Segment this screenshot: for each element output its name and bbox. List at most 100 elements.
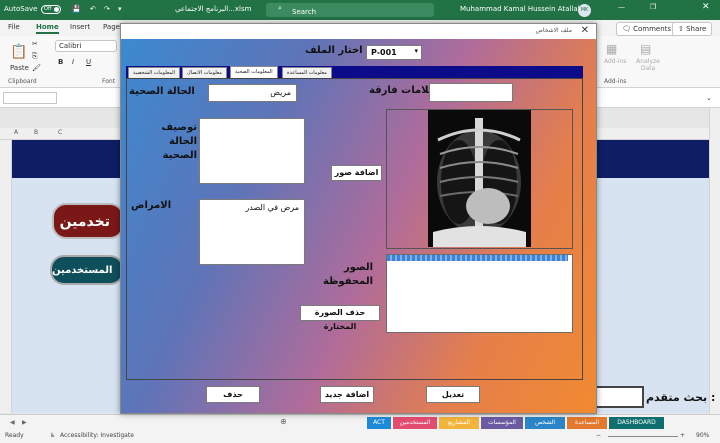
- delete-selected-photo-button[interactable]: حذف الصورة المختارة: [300, 305, 380, 331]
- name-box[interactable]: [3, 92, 57, 104]
- clipboard-group-label: Clipboard: [8, 78, 37, 85]
- dialog-close-icon[interactable]: ✕: [581, 25, 589, 36]
- sheet-tab-act[interactable]: ACT: [367, 417, 391, 429]
- font-group-label: Font: [102, 78, 116, 85]
- health-status-field[interactable]: مريض: [208, 84, 297, 102]
- share-icon: ⇧: [678, 25, 687, 33]
- zoom-out-icon[interactable]: −: [596, 432, 601, 439]
- underline-icon[interactable]: U: [86, 58, 91, 66]
- dialog-titlebar: ملف الاشخاص ✕: [121, 24, 596, 39]
- paste-icon[interactable]: 📋: [10, 44, 27, 60]
- search-input[interactable]: ⌕ Search: [266, 3, 434, 17]
- comments-label: Comments: [633, 25, 672, 33]
- redo-icon[interactable]: ↷: [104, 5, 110, 13]
- accessibility-icon: ♿: [50, 432, 56, 439]
- distinguishing-marks-label: علامات فارقة: [369, 85, 436, 96]
- health-description-label: توصيف الحالة الصحية: [161, 122, 197, 161]
- diseases-field[interactable]: مرض في الصدر: [199, 199, 305, 265]
- comments-button[interactable]: 🗨 Comments: [616, 22, 678, 36]
- status-bar: Ready ♿ Accessibility: Investigate − + 9…: [0, 430, 720, 443]
- window-close-icon[interactable]: ✕: [702, 2, 710, 12]
- accessibility-status[interactable]: Accessibility: Investigate: [60, 432, 134, 439]
- tab-page-layout[interactable]: Page: [103, 23, 120, 31]
- delete-button[interactable]: حذف: [206, 386, 260, 403]
- document-title: البرنامج الاجتماعي...xlsm: [175, 5, 252, 13]
- customize-qat-icon[interactable]: ▾: [118, 5, 122, 13]
- saved-photos-list[interactable]: [386, 254, 573, 333]
- copy-icon[interactable]: ⎘: [32, 52, 38, 61]
- tab-home[interactable]: Home: [36, 23, 59, 34]
- avatar[interactable]: MK: [578, 4, 591, 17]
- sheet-tab-users[interactable]: المستخدمين: [393, 417, 437, 429]
- status-ready: Ready: [5, 432, 24, 439]
- file-select-label: اختار الملف: [305, 45, 363, 56]
- users-list-button[interactable]: المستخدمين: [50, 255, 124, 285]
- add-sheet-icon[interactable]: ⊕: [276, 417, 291, 429]
- file-select-value: P-001: [371, 48, 397, 57]
- photo-preview: [428, 110, 531, 247]
- advanced-search-label: بحث متقدم :: [646, 391, 716, 404]
- font-name-select[interactable]: Calibri: [55, 40, 117, 52]
- share-label: Share: [686, 25, 707, 33]
- column-header[interactable]: A: [14, 129, 18, 136]
- italic-icon[interactable]: I: [72, 58, 74, 66]
- tab-insert[interactable]: Insert: [70, 23, 90, 31]
- saved-photos-label: الصور المحفوظة: [322, 262, 373, 287]
- addins-icon[interactable]: ▦: [606, 42, 617, 56]
- users-button[interactable]: تخدمين: [52, 203, 124, 239]
- selected-list-row[interactable]: [387, 255, 568, 261]
- sheet-tab-assistance[interactable]: المساعدة: [567, 417, 607, 429]
- column-header[interactable]: C: [58, 129, 62, 136]
- addins-group-label: Add-ins: [604, 78, 627, 85]
- chevron-down-icon: ▾: [414, 47, 418, 55]
- window-titlebar: AutoSave Off 💾 ↶ ↷ ▾ البرنامج الاجتماعي.…: [0, 0, 720, 20]
- autosave-toggle[interactable]: Off: [41, 5, 61, 14]
- sheet-tab-persons[interactable]: الشخص: [525, 417, 565, 429]
- sheet-tab-dashboard[interactable]: DASHBOARD: [609, 417, 664, 429]
- analyze-data-icon[interactable]: ▤: [640, 42, 651, 56]
- user-name: Muhammad Kamal Hussein Atallah: [460, 5, 583, 13]
- save-icon[interactable]: 💾: [72, 5, 81, 13]
- zoom-in-icon[interactable]: +: [680, 432, 685, 439]
- analyze-data-label[interactable]: Analyze Data: [636, 58, 660, 72]
- dialog-title: ملف الاشخاص: [535, 27, 572, 34]
- distinguishing-marks-field[interactable]: [429, 83, 513, 102]
- xray-image-icon: [428, 110, 531, 247]
- tab-file[interactable]: File: [8, 23, 20, 31]
- column-header[interactable]: B: [34, 129, 38, 136]
- undo-icon[interactable]: ↶: [90, 5, 96, 13]
- add-new-button[interactable]: اضافة جديد: [320, 386, 374, 403]
- minimize-icon[interactable]: —: [618, 3, 625, 11]
- comment-icon: 🗨: [622, 25, 634, 33]
- zoom-slider[interactable]: [608, 436, 678, 437]
- next-sheet-icon[interactable]: ▶: [16, 417, 33, 429]
- tab-personal-info[interactable]: المعلومات الشخصية: [128, 67, 181, 78]
- health-description-field[interactable]: [199, 118, 305, 184]
- sheet-tab-projects[interactable]: المشاريع: [439, 417, 479, 429]
- health-status-label: الحالة الصحية: [129, 86, 195, 97]
- sheet-tab-institutions[interactable]: المؤسسات: [481, 417, 523, 429]
- cut-icon[interactable]: ✂: [32, 40, 38, 48]
- add-photos-button[interactable]: اضافة صور: [331, 165, 382, 181]
- sheet-tabs: ◀ ▶ DASHBOARD المساعدة الشخص المؤسسات المشار…: [0, 414, 720, 430]
- autosave-label: AutoSave: [4, 5, 38, 13]
- zoom-level[interactable]: 90%: [696, 432, 709, 439]
- restore-icon[interactable]: ❐: [650, 3, 656, 11]
- file-select-dropdown[interactable]: P-001 ▾: [366, 45, 422, 60]
- paste-label[interactable]: Paste: [10, 64, 29, 72]
- share-button[interactable]: ⇧ Share: [672, 22, 713, 36]
- tab-health-info[interactable]: المعلومات الصحية: [230, 66, 278, 78]
- person-file-dialog: ملف الاشخاص ✕ اختار الملف P-001 ▾ المعلو…: [120, 23, 597, 414]
- row-headers: [0, 140, 12, 413]
- advanced-search-input[interactable]: [592, 386, 644, 408]
- tab-contact-info[interactable]: معلومات الاتصال: [182, 67, 227, 78]
- addins-button-label[interactable]: Add-ins: [604, 58, 626, 65]
- format-painter-icon[interactable]: 🖌: [32, 64, 41, 72]
- search-placeholder: Search: [292, 8, 317, 16]
- edit-button[interactable]: تعديل: [426, 386, 480, 403]
- vertical-scrollbar[interactable]: [709, 108, 720, 414]
- search-icon: ⌕: [278, 4, 282, 12]
- bold-icon[interactable]: B: [58, 58, 63, 66]
- expand-formula-bar-icon[interactable]: ⌄: [706, 94, 712, 102]
- tab-assistance-info[interactable]: معلومات المساعدة: [282, 67, 332, 78]
